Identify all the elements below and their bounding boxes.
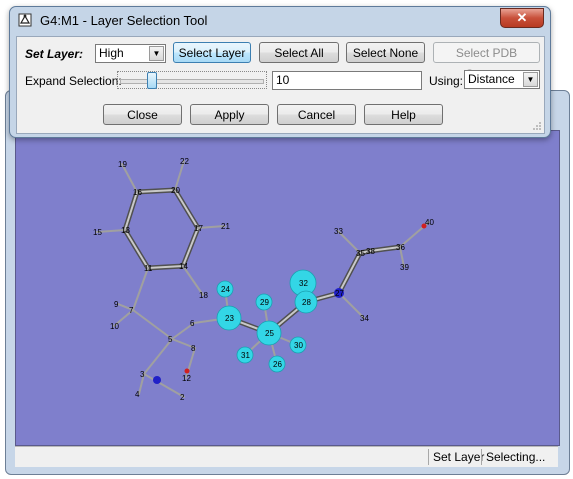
atom-label: 12 [182,374,191,383]
atom-label: 24 [221,285,230,294]
atom-label: 7 [129,306,134,315]
atom-label: 18 [199,291,208,300]
select-layer-button[interactable]: Select Layer [173,42,251,63]
atom-label: 21 [221,222,230,231]
atom-label: 2 [180,393,185,402]
atom-label: 31 [241,351,250,360]
select-none-button[interactable]: Select None [346,42,425,63]
status-bar: Set Layer Selecting... [15,446,558,467]
atom-label: 13 [121,226,130,235]
atom-label: 36 [396,243,405,252]
window-close-button[interactable]: ✕ [500,8,544,28]
atom-label: 14 [179,262,188,271]
bond-highlight [174,189,199,229]
window-title: G4:M1 - Layer Selection Tool [40,13,208,28]
chevron-down-icon[interactable]: ▼ [523,72,538,87]
atom-label: 22 [180,157,189,166]
atom-label: 25 [265,329,274,338]
atom-label: 30 [294,341,303,350]
atom-label: 17 [194,224,203,233]
select-all-button[interactable]: Select All [259,42,339,63]
set-layer-label: Set Layer: [25,47,84,61]
molecule-drawing[interactable]: 19 2216 2015 13 17 2111 14189710 65834 212242923… [16,131,559,445]
bond-highlight [338,252,361,294]
select-pdb-group-button[interactable]: Select PDB Group... [433,42,540,81]
atom-label: 23 [225,314,234,323]
atom-label: 19 [118,160,127,169]
atom-label: 4 [135,390,140,399]
expand-selection-slider[interactable] [117,71,267,89]
atom-label: 10 [110,322,119,331]
atom-label: 8 [191,344,196,353]
atom-label: 11 [144,264,153,273]
atom-label: 15 [93,228,102,237]
atom-label: 5 [168,335,173,344]
atom-label: 35 [356,249,365,258]
using-label: Using: [429,74,464,88]
cancel-button[interactable]: Cancel [277,104,356,125]
atom-label: 9 [114,300,119,309]
atom-label: 38 [366,247,375,256]
bond [143,373,185,398]
slider-groove [120,79,264,84]
resize-grip-icon[interactable] [532,121,542,131]
layer-select-value: High [99,46,124,60]
help-button[interactable]: Help [364,104,443,125]
atom-label: 27 [335,289,344,298]
oxygen-atom [184,368,190,374]
close-icon: ✕ [516,10,528,25]
atom-label: 28 [302,298,311,307]
atom-label: 39 [400,263,409,272]
expand-value-input[interactable]: 10 [272,71,422,90]
dialog-client: Set Layer: High ▼ Select Layer Select Al… [16,36,545,134]
apply-button[interactable]: Apply [190,104,269,125]
atom-label: 20 [171,186,180,195]
status-set-layer: Set Layer [428,449,488,465]
title-bar[interactable]: G4:M1 - Layer Selection Tool ✕ [10,7,550,33]
atom-label: 33 [334,227,343,236]
app-icon [18,13,32,27]
bond [132,267,149,311]
atom-label: 16 [133,188,142,197]
atom-label: 6 [190,319,195,328]
using-select[interactable]: Distance ▼ [464,70,540,89]
close-button[interactable]: Close [103,104,182,125]
expand-selection-label: Expand Selection: [25,74,122,88]
bond-highlight [182,227,199,267]
molecule-viewport[interactable]: 19 22 16 20 15 13 17 21 11 14 18 9 7 10 6 5 8 3 4 2 12 24 29 23… [15,130,560,446]
chevron-down-icon[interactable]: ▼ [149,46,164,61]
nitrogen-atom [153,376,161,384]
layer-select[interactable]: High ▼ [95,44,166,63]
atom-label: 29 [260,298,269,307]
using-select-value: Distance [468,72,515,86]
atom-label: 26 [273,360,282,369]
atom-label: 40 [425,218,434,227]
bond [132,309,173,340]
slider-thumb[interactable] [147,72,158,89]
bond-highlight [124,229,149,269]
bonds-group [96,160,430,398]
status-selecting: Selecting... [481,449,549,465]
atom-label: 3 [140,370,145,379]
atom-label: 34 [360,314,369,323]
layer-selection-dialog: G4:M1 - Layer Selection Tool ✕ Set Layer… [9,6,551,138]
bond [143,338,173,375]
atom-label: 32 [299,279,308,288]
bond-highlight [124,191,138,231]
